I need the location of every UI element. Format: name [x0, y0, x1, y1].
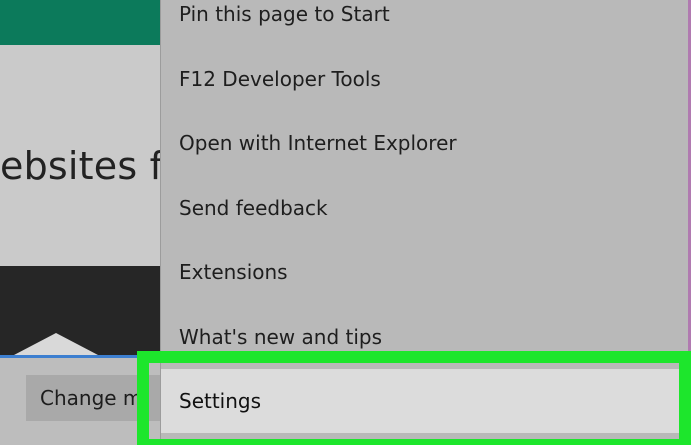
menu-item-send-feedback[interactable]: Send feedback	[161, 176, 689, 240]
menu-item-whats-new[interactable]: What's new and tips	[161, 305, 689, 369]
menu-item-settings[interactable]: Settings	[161, 369, 689, 433]
menu-item-f12-developer-tools[interactable]: F12 Developer Tools	[161, 47, 689, 111]
scroll-up-arrow-icon[interactable]	[14, 333, 98, 355]
page-header-banner	[0, 0, 170, 45]
menu-item-extensions[interactable]: Extensions	[161, 240, 689, 304]
browser-more-menu: Pin this page to Start F12 Developer Too…	[160, 0, 689, 445]
page-headline: ebsites fr	[0, 144, 170, 188]
menu-item-pin-to-start[interactable]: Pin this page to Start	[161, 0, 689, 46]
menu-item-open-with-ie[interactable]: Open with Internet Explorer	[161, 111, 689, 175]
change-button[interactable]: Change m	[26, 375, 166, 421]
